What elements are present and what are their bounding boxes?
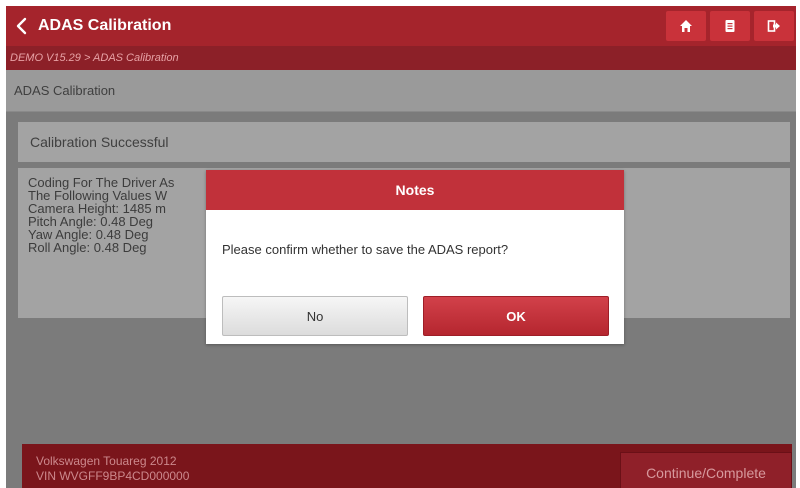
back-button[interactable] xyxy=(6,6,36,46)
vehicle-info-bar: Volkswagen Touareg 2012 VIN WVGFF9BP4CD0… xyxy=(22,444,792,488)
chevron-left-icon xyxy=(16,17,27,35)
vehicle-name: Volkswagen Touareg 2012 xyxy=(36,454,177,468)
notes-dialog: Notes Please confirm whether to save the… xyxy=(206,170,624,344)
page-title: ADAS Calibration xyxy=(38,17,172,34)
continue-complete-button[interactable]: Continue/Complete xyxy=(620,452,792,488)
document-icon xyxy=(725,20,735,32)
home-button[interactable] xyxy=(666,11,706,41)
toolbar-actions xyxy=(666,11,794,41)
status-message: Calibration Successful xyxy=(18,122,790,162)
exit-button[interactable] xyxy=(754,11,794,41)
app-screen: ADAS Calibration DEMO V15.29 > ADAS Cali… xyxy=(6,6,796,488)
vehicle-info: Volkswagen Touareg 2012 VIN WVGFF9BP4CD0… xyxy=(36,454,189,484)
breadcrumb: DEMO V15.29 > ADAS Calibration xyxy=(6,46,796,70)
section-title: ADAS Calibration xyxy=(6,70,796,112)
report-button[interactable] xyxy=(710,11,750,41)
vin-number: VIN WVGFF9BP4CD000000 xyxy=(36,469,190,483)
ok-button[interactable]: OK xyxy=(423,296,609,336)
dialog-message: Please confirm whether to save the ADAS … xyxy=(222,242,509,257)
no-button[interactable]: No xyxy=(222,296,408,336)
dialog-title: Notes xyxy=(206,170,624,210)
home-icon xyxy=(680,20,692,32)
title-bar: ADAS Calibration xyxy=(6,6,796,46)
exit-icon xyxy=(767,20,780,32)
